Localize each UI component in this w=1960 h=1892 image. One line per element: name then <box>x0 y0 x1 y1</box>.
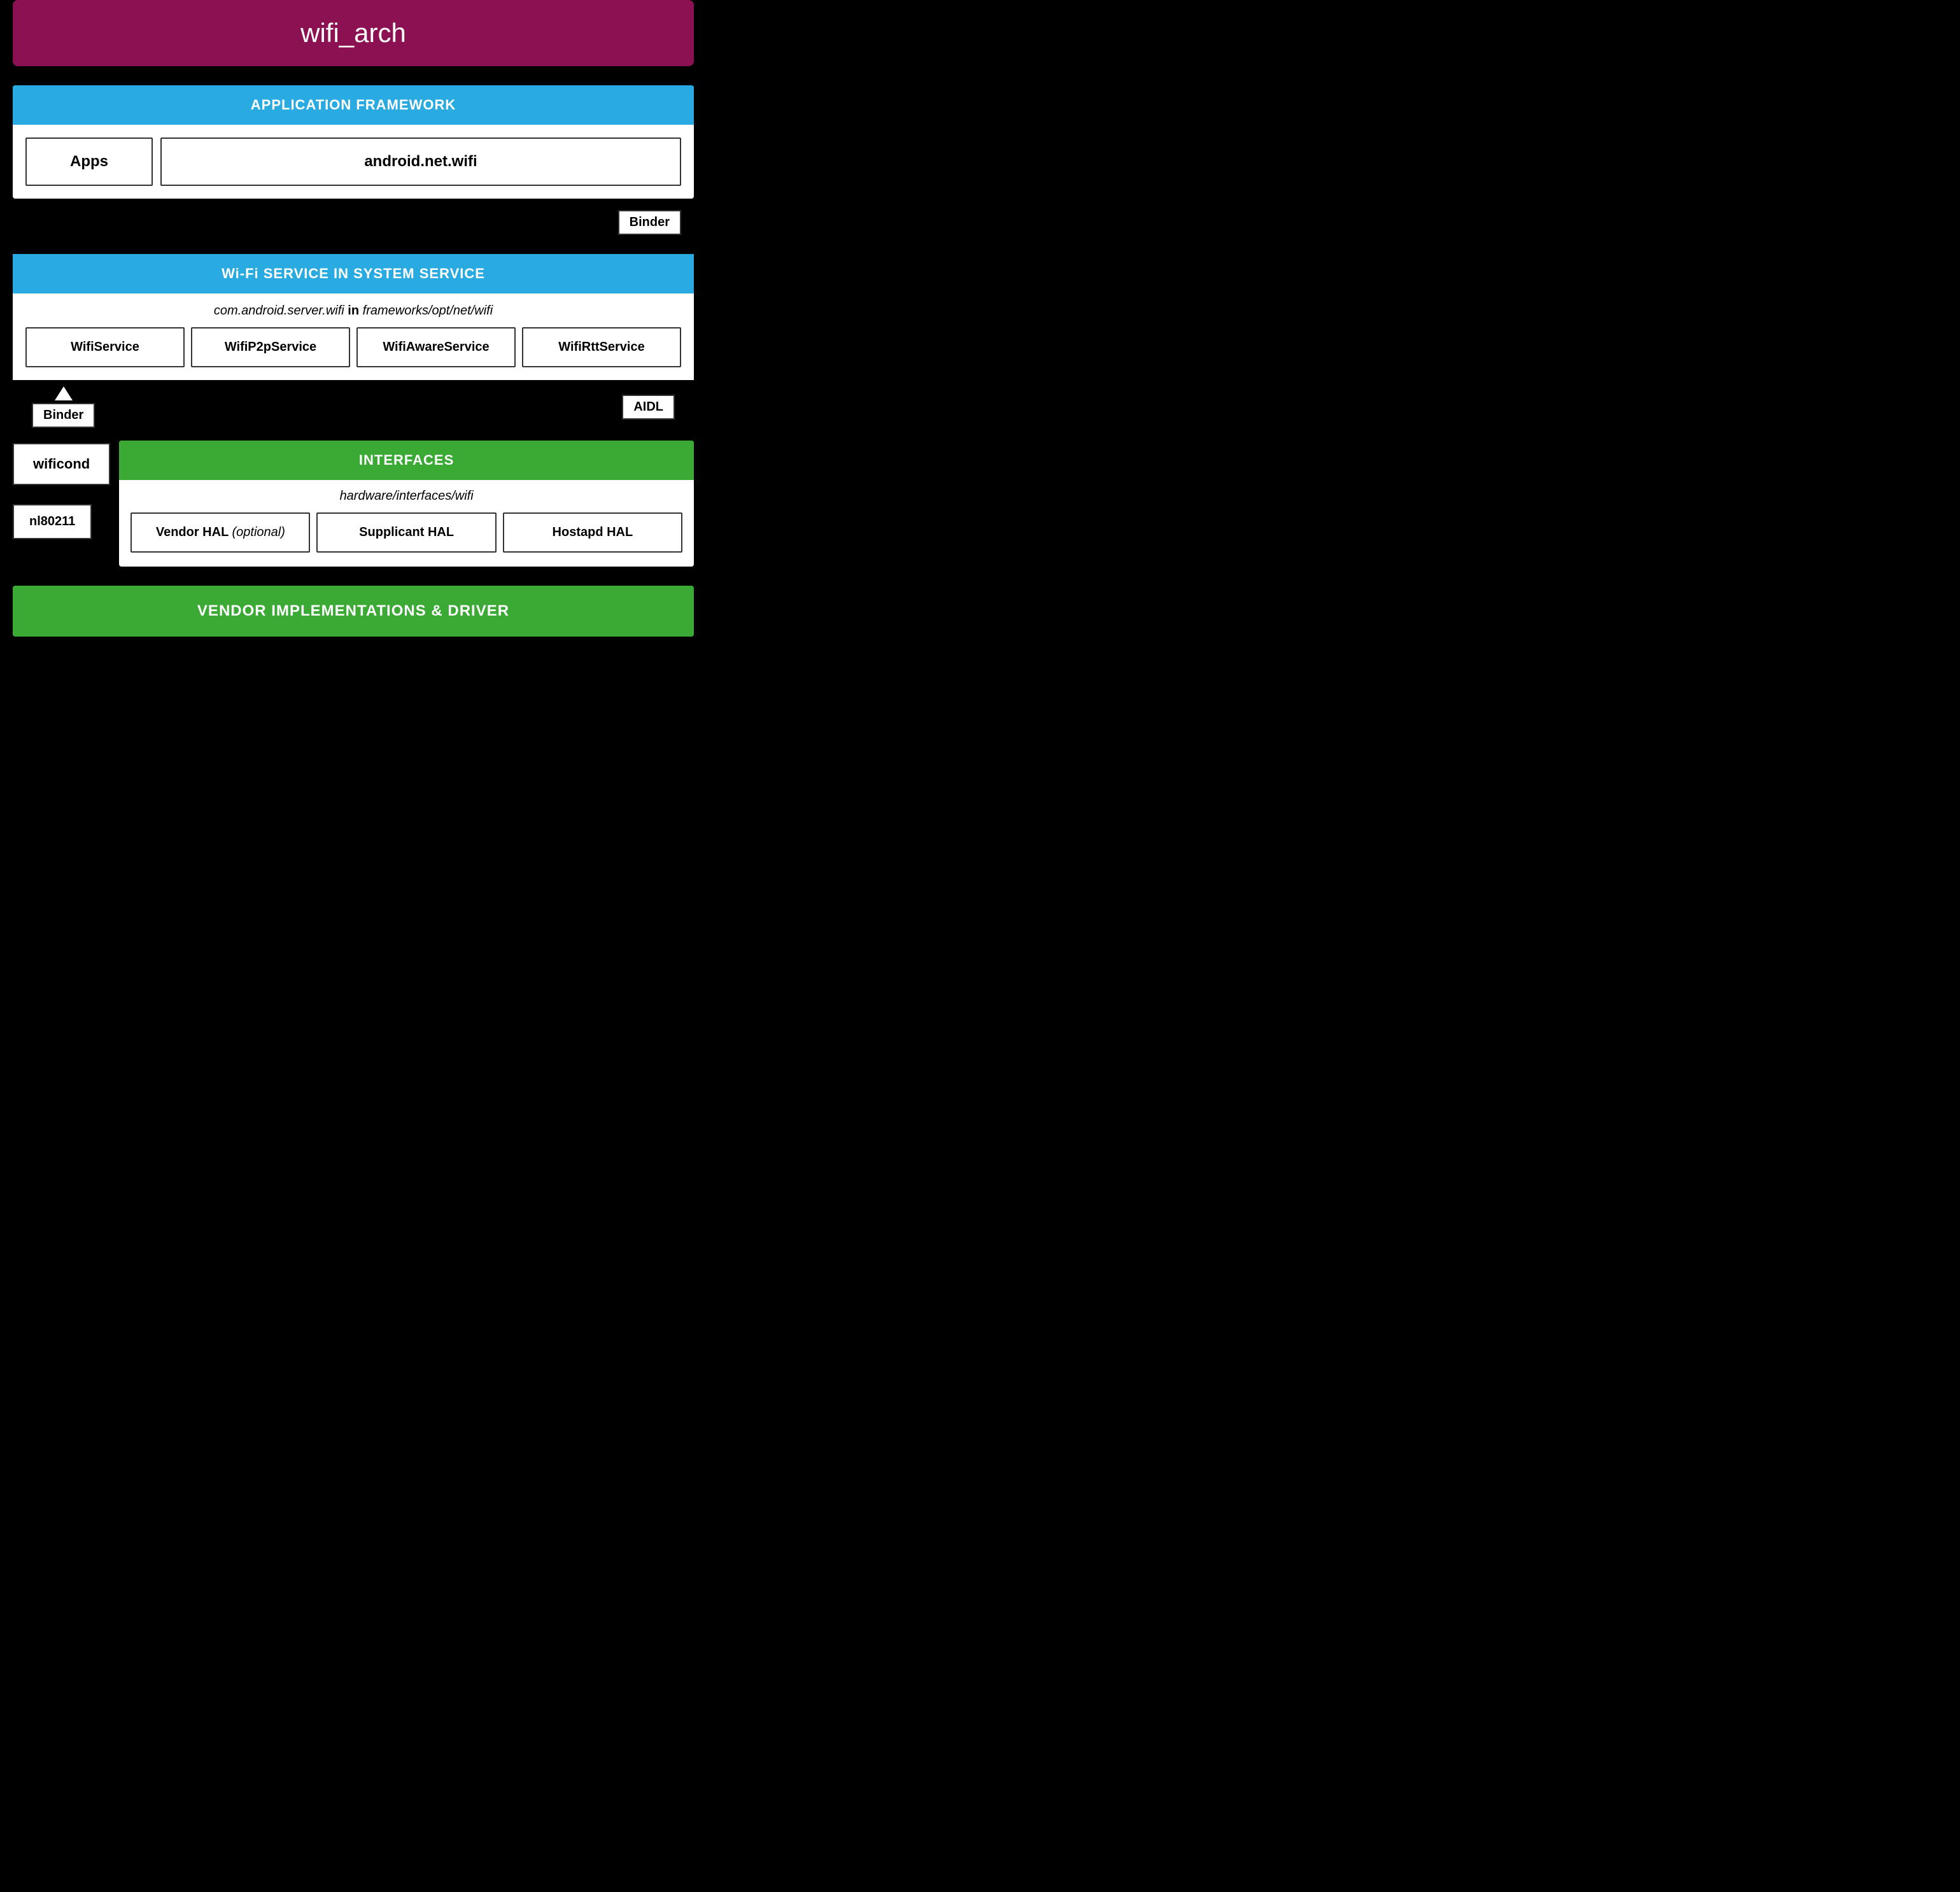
apps-box: Apps <box>25 138 153 186</box>
wificond-box: wificond <box>13 443 110 485</box>
nl80211-box: nl80211 <box>13 504 92 539</box>
wifi-service-path: com.android.server.wifi in frameworks/op… <box>25 304 681 318</box>
android-wifi-box: android.net.wifi <box>160 138 681 186</box>
wifip2p-service-box: WifiP2pService <box>191 327 350 367</box>
hostapd-hal-box: Hostapd HAL <box>503 512 682 553</box>
interfaces-panel: INTERFACES hardware/interfaces/wifi Vend… <box>119 441 694 567</box>
wifi-service-box: WifiService <box>25 327 185 367</box>
interfaces-header: INTERFACES <box>119 441 694 480</box>
interfaces-path: hardware/interfaces/wifi <box>130 489 682 504</box>
vendor-bar: VENDOR IMPLEMENTATIONS & DRIVER <box>13 586 694 637</box>
arrow-up-icon <box>55 386 73 400</box>
wifiaware-service-box: WifiAwareService <box>356 327 516 367</box>
title-bar: wifi_arch <box>13 0 694 66</box>
supplicant-hal-box: Supplicant HAL <box>316 512 496 553</box>
wifi-service-header: Wi-Fi SERVICE IN SYSTEM SERVICE <box>13 254 694 293</box>
aidl-label: AIDL <box>622 395 675 420</box>
binder-left-label: Binder <box>32 403 95 428</box>
app-framework-header: APPLICATION FRAMEWORK <box>13 85 694 125</box>
wifirtt-service-box: WifiRttService <box>522 327 681 367</box>
vendor-hal-box: Vendor HAL (optional) <box>130 512 310 553</box>
page-title: wifi_arch <box>300 18 406 48</box>
wifi-service-section: Wi-Fi SERVICE IN SYSTEM SERVICE com.andr… <box>13 254 694 380</box>
app-framework-section: APPLICATION FRAMEWORK Apps android.net.w… <box>13 85 694 199</box>
binder-top-label: Binder <box>618 210 681 235</box>
